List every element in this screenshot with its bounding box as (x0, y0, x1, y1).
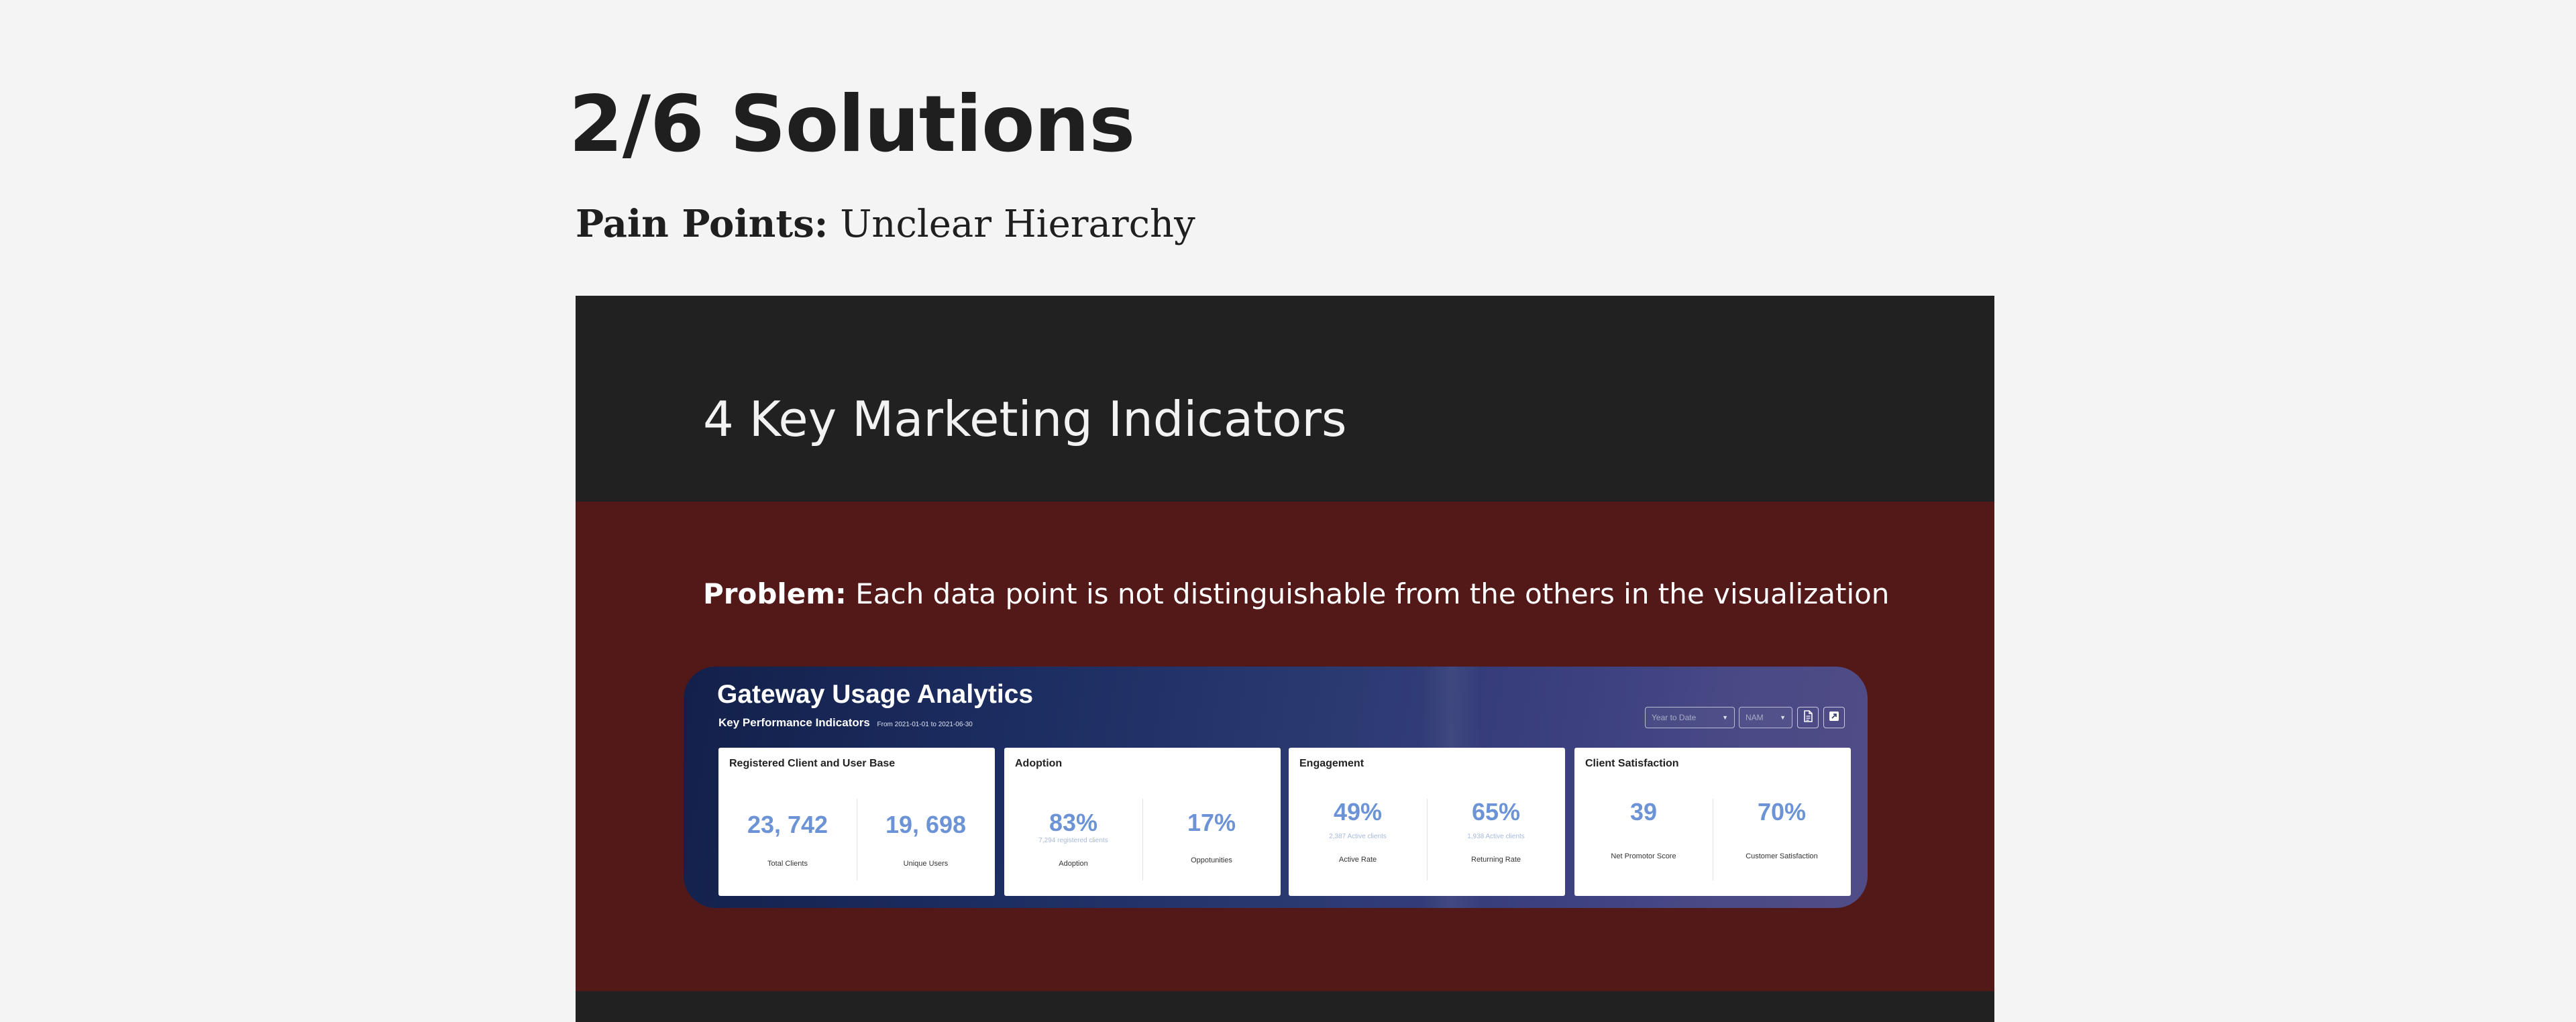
pain-points-line: Pain Points: Unclear Hierarchy (576, 205, 1195, 243)
metric-unique-users: 19, 698 (857, 813, 995, 837)
period-dropdown-value: Year to Date (1652, 713, 1697, 722)
kpi-card-title: Registered Client and User Base (729, 758, 896, 769)
metric-value: 19, 698 (885, 811, 967, 838)
card-divider (1427, 799, 1428, 881)
region-dropdown-value: NAM (1746, 713, 1764, 722)
dashboard-screenshot: Gateway Usage Analytics Key Performance … (684, 667, 1868, 908)
metric-returning-rate: 65% 1,938 Active clients (1427, 800, 1565, 840)
region-dropdown[interactable]: NAM ▼ (1739, 707, 1792, 728)
kpi-card-title: Adoption (1015, 758, 1063, 769)
metric-sub: 1,938 Active clients (1467, 833, 1525, 840)
metric-active-rate: 49% 2,387 Active clients (1289, 800, 1427, 840)
export-button[interactable] (1823, 707, 1845, 728)
metric-total-clients: 23, 742 (718, 813, 857, 837)
period-dropdown[interactable]: Year to Date ▼ (1645, 707, 1735, 728)
kpi-card-title: Engagement (1299, 758, 1364, 769)
pain-points-text: Unclear Hierarchy (840, 203, 1195, 246)
chevron-down-icon: ▼ (1780, 714, 1786, 721)
kpi-heading: Key Performance Indicators (718, 716, 870, 729)
metric-value: 23, 742 (747, 811, 828, 838)
problem-section: Problem: Each data point is not distingu… (576, 502, 1994, 991)
metric-label: Adoption (1059, 860, 1088, 868)
metric-sub: 7,294 registered clients (1038, 837, 1108, 844)
metric-customer-satisfaction: 70% (1713, 800, 1851, 824)
metric-label: Unique Users (903, 860, 949, 868)
metric-label: Net Promotor Score (1611, 852, 1676, 860)
document-icon (1803, 710, 1813, 725)
kpi-card-adoption: Adoption 83% 7,294 registered clients Ad… (1004, 748, 1281, 896)
problem-label: Problem: (703, 577, 847, 610)
next-section (576, 991, 1994, 1022)
kpi-card-title: Client Satisfaction (1585, 758, 1679, 769)
metric-adoption: 83% 7,294 registered clients (1004, 811, 1142, 844)
pain-points-label: Pain Points: (576, 202, 828, 246)
metric-value: 83% (1049, 809, 1098, 836)
kpi-card-engagement: Engagement 49% 2,387 Active clients Acti… (1289, 748, 1565, 896)
chevron-down-icon: ▼ (1722, 714, 1728, 721)
metric-label: Total Clients (767, 860, 808, 868)
metric-label: Oppotunities (1191, 856, 1232, 864)
problem-text: Each data point is not distinguishable f… (855, 577, 1890, 610)
metric-value: 65% (1471, 798, 1521, 826)
metric-value: 49% (1333, 798, 1383, 826)
date-range: From 2021-01-01 to 2021-06-30 (877, 721, 973, 728)
metric-opportunities: 17% (1142, 811, 1281, 835)
metric-label: Active Rate (1338, 856, 1377, 864)
dashboard-subtitle: Key Performance Indicators From 2021-01-… (718, 717, 973, 728)
metric-label: Customer Satisfaction (1746, 852, 1818, 860)
metric-value: 70% (1757, 798, 1807, 826)
dashboard-title: Gateway Usage Analytics (717, 680, 1034, 709)
metric-net-promotor-score: 39 (1574, 800, 1713, 824)
metric-value: 17% (1187, 809, 1236, 836)
kpi-card-client-user-base: Registered Client and User Base 23, 742 … (718, 748, 995, 896)
heading-section: 4 Key Marketing Indicators (576, 296, 1994, 502)
metric-value: 39 (1629, 798, 1658, 826)
metric-sub: 2,387 Active clients (1329, 833, 1387, 840)
metric-label: Returning Rate (1471, 856, 1521, 864)
problem-statement: Problem: Each data point is not distingu… (703, 580, 1889, 608)
export-icon (1828, 710, 1840, 725)
kpi-card-client-satisfaction: Client Satisfaction 39 Net Promotor Scor… (1574, 748, 1851, 896)
section-heading: 4 Key Marketing Indicators (703, 391, 1347, 447)
page-title: 2/6 Solutions (569, 79, 1135, 170)
document-button[interactable] (1797, 707, 1819, 728)
